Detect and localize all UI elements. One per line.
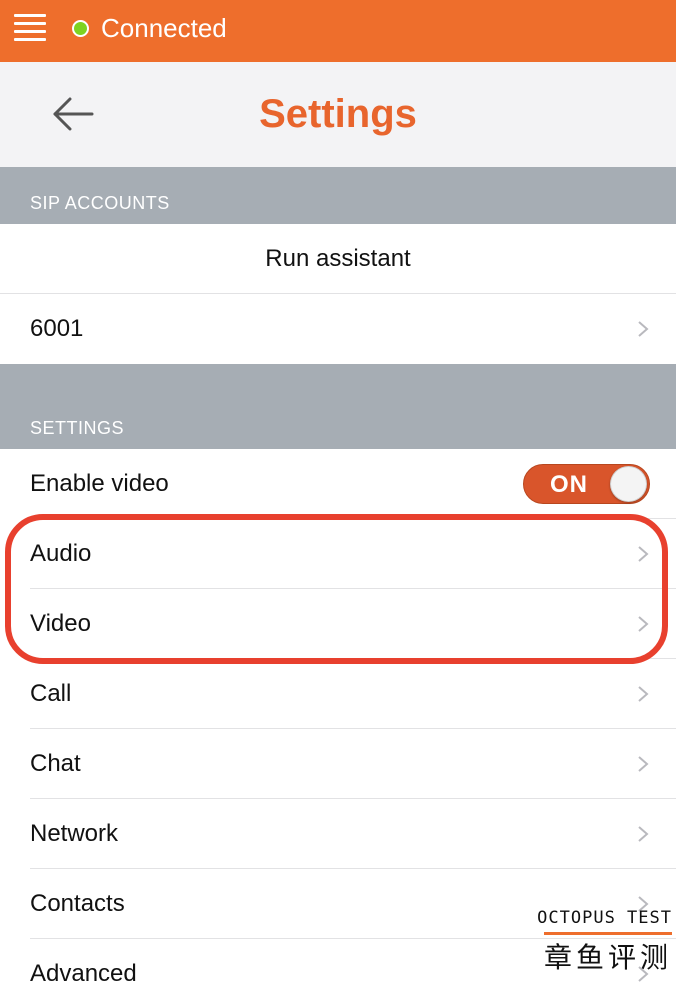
run-assistant-button[interactable]: Run assistant bbox=[0, 224, 676, 294]
section-title: SETTINGS bbox=[30, 418, 125, 438]
settings-item-audio[interactable]: Audio bbox=[0, 519, 676, 589]
chevron-right-icon bbox=[638, 686, 649, 702]
enable-video-row: Enable video ON bbox=[0, 449, 676, 519]
watermark-text-cn: 章鱼评测 bbox=[543, 941, 672, 974]
settings-item-call[interactable]: Call bbox=[0, 659, 676, 729]
sip-account-label: 6001 bbox=[30, 315, 84, 342]
toggle-state-label: ON bbox=[550, 471, 588, 498]
chevron-right-icon bbox=[638, 826, 649, 842]
hamburger-menu-icon[interactable] bbox=[14, 12, 48, 44]
settings-item-network[interactable]: Network bbox=[0, 799, 676, 869]
section-title: SIP ACCOUNTS bbox=[30, 193, 170, 213]
settings-item-label: Advanced bbox=[30, 960, 137, 987]
connection-status-dot-icon bbox=[72, 20, 89, 37]
settings-item-chat[interactable]: Chat bbox=[0, 729, 676, 799]
settings-item-label: Call bbox=[30, 680, 72, 707]
page-header: Settings bbox=[0, 62, 676, 167]
settings-item-label: Video bbox=[30, 610, 91, 637]
back-button[interactable] bbox=[46, 90, 100, 138]
settings-item-label: Network bbox=[30, 820, 119, 847]
watermark-text-en: OCTOPUS TEST bbox=[537, 908, 672, 928]
settings-item-label: Contacts bbox=[30, 890, 125, 917]
enable-video-label: Enable video bbox=[30, 470, 169, 497]
chevron-right-icon bbox=[638, 616, 649, 632]
enable-video-toggle[interactable]: ON bbox=[523, 464, 650, 504]
section-header-settings: SETTINGS bbox=[0, 364, 676, 449]
settings-item-label: Chat bbox=[30, 750, 81, 777]
settings-item-video[interactable]: Video bbox=[0, 589, 676, 659]
chevron-right-icon bbox=[638, 321, 649, 337]
arrow-left-icon bbox=[53, 97, 94, 131]
toggle-knob bbox=[610, 466, 647, 502]
chevron-right-icon bbox=[638, 756, 649, 772]
section-header-sip-accounts: SIP ACCOUNTS bbox=[0, 167, 676, 224]
status-bar: Connected bbox=[0, 0, 676, 62]
chevron-right-icon bbox=[638, 546, 649, 562]
run-assistant-label: Run assistant bbox=[265, 245, 411, 272]
page-title: Settings bbox=[259, 92, 417, 136]
connection-status-text: Connected bbox=[101, 13, 227, 43]
sip-account-item[interactable]: 6001 bbox=[0, 294, 676, 364]
watermark-underline bbox=[544, 932, 672, 935]
watermark-logo: OCTOPUS TEST 章鱼评测 bbox=[537, 908, 672, 974]
settings-item-label: Audio bbox=[30, 540, 92, 567]
